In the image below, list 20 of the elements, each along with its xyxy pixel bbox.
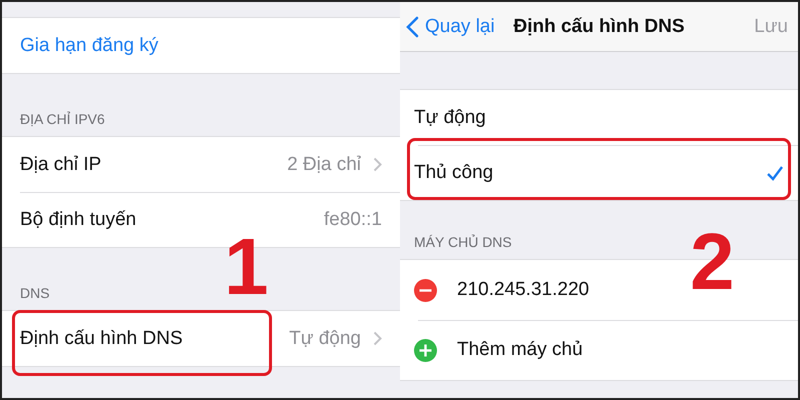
section-header: DNS [20, 285, 50, 301]
mode-option[interactable]: Thủ công [400, 145, 798, 200]
settings-row[interactable]: Địa chỉ IP 2 Địa chỉ [2, 137, 400, 192]
screen-title: Định cấu hình DNS [514, 16, 684, 38]
mode-option[interactable]: Tự động [400, 90, 798, 145]
section-header: ĐỊA CHỈ IPV6 [20, 111, 105, 127]
chevron-icon [373, 157, 382, 172]
server-address: 210.245.31.220 [457, 279, 590, 301]
section-header: MÁY CHỦ DNS [414, 234, 512, 250]
step-number: 2 [690, 222, 734, 302]
back-button[interactable]: Quay lại [406, 16, 495, 38]
add-icon[interactable] [414, 338, 437, 362]
chevron-icon [373, 331, 382, 346]
step-number: 1 [224, 227, 268, 307]
settings-row[interactable]: Định cấu hình DNS Tự động [2, 311, 400, 366]
renew-link[interactable]: Gia hạn đăng ký [20, 34, 158, 56]
checkmark-icon [766, 164, 784, 180]
add-server-label[interactable]: Thêm máy chủ [457, 339, 583, 361]
back-chevron-icon [406, 16, 419, 38]
remove-icon[interactable] [414, 278, 437, 302]
